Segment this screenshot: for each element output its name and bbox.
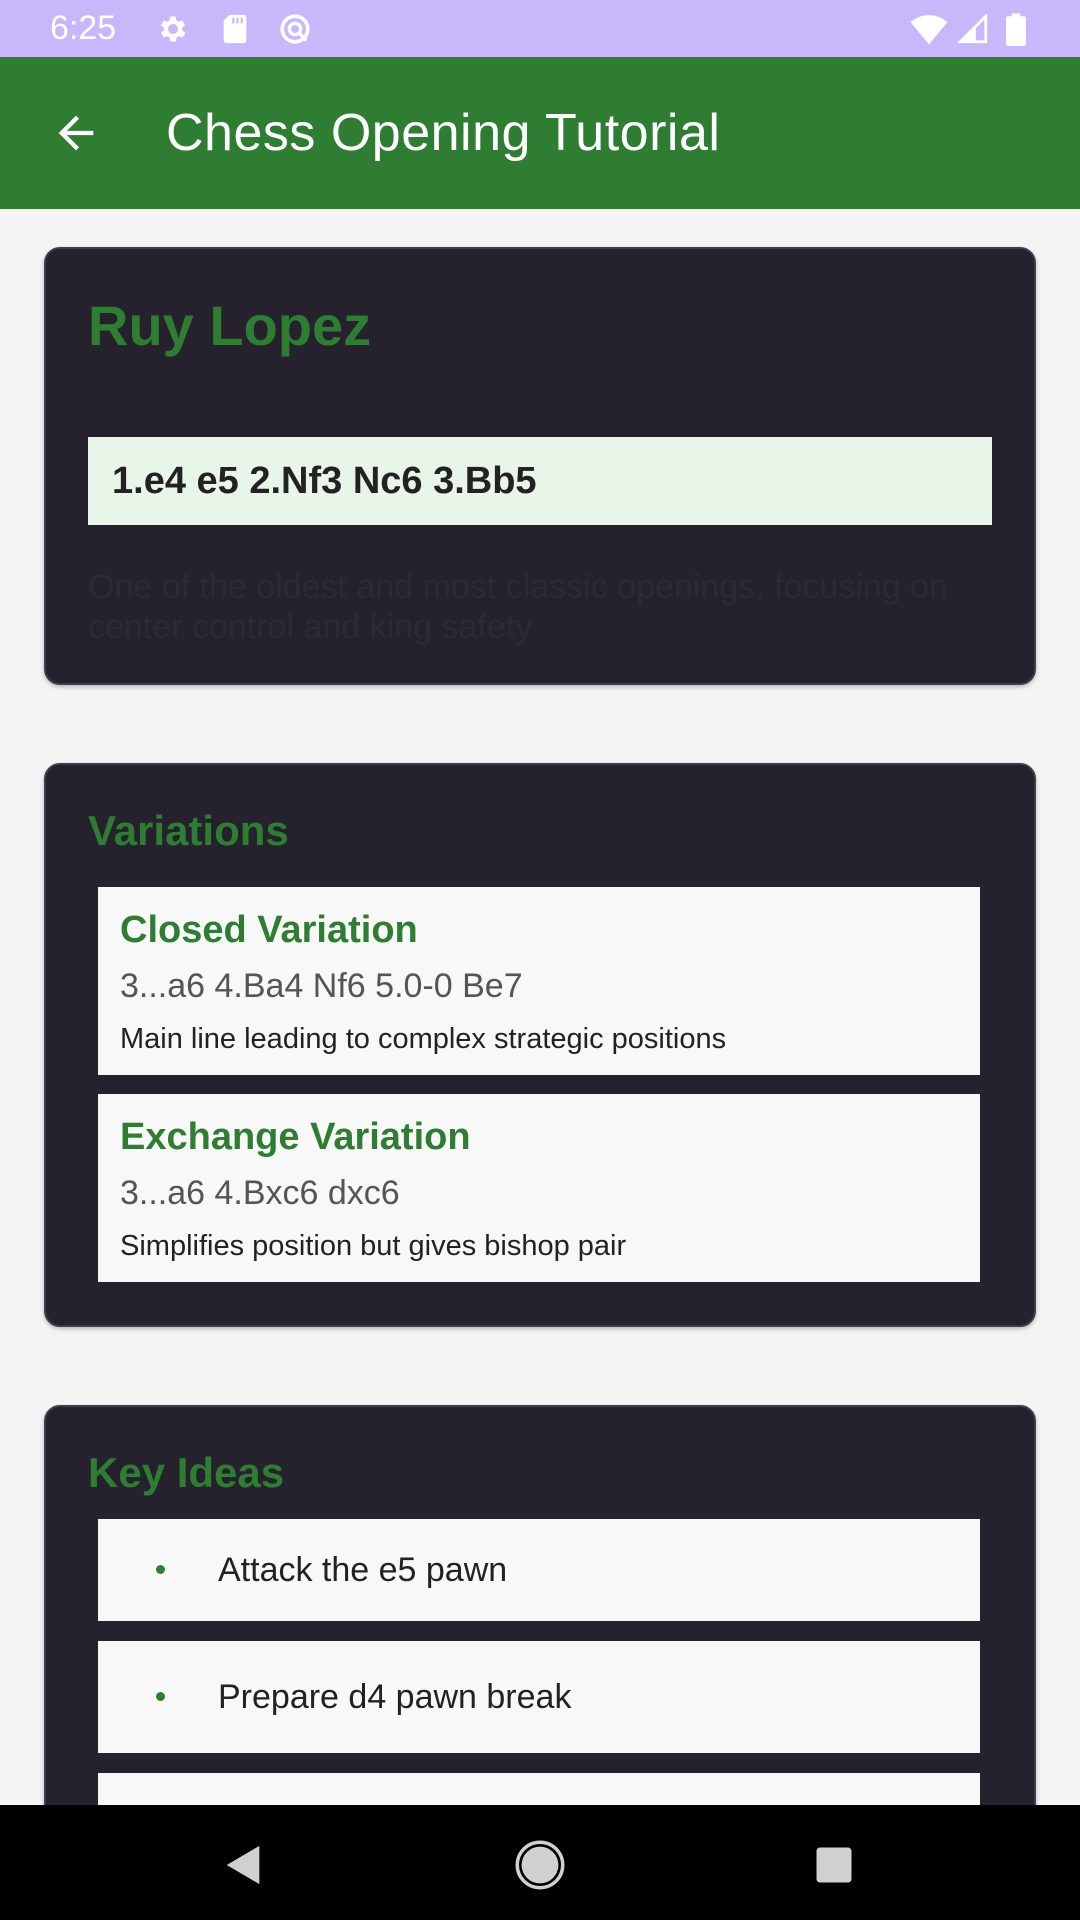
opening-description: One of the oldest and most classic openi…: [88, 568, 948, 646]
variation-description: Main line leading to complex strategic p…: [120, 1023, 727, 1055]
variation-item[interactable]: Closed Variation 3...a6 4.Ba4 Nf6 5.0-0 …: [98, 887, 980, 1075]
variations-card: Variations Closed Variation 3...a6 4.Ba4…: [44, 763, 1036, 1327]
variation-moves: 3...a6 4.Bxc6 dxc6: [120, 1174, 400, 1212]
status-time: 6:25: [50, 9, 117, 47]
opening-card: Ruy Lopez 1.e4 e5 2.Nf3 Nc6 3.Bb5 One of…: [44, 247, 1036, 685]
home-circle-icon: [515, 1840, 565, 1890]
sync-icon: [278, 12, 312, 46]
opening-name: Ruy Lopez: [88, 294, 372, 357]
variation-name: Exchange Variation: [120, 1116, 471, 1158]
key-idea-item: Prepare d4 pawn break: [98, 1641, 980, 1753]
key-ideas-card: Key Ideas Attack the e5 pawn Prepare d4 …: [44, 1405, 1036, 1805]
nav-recents-button[interactable]: [804, 1835, 864, 1895]
key-ideas-title: Key Ideas: [88, 1449, 285, 1496]
status-bar: 6:25: [0, 0, 1080, 57]
back-triangle-icon: [226, 1845, 260, 1885]
opening-moves-box: 1.e4 e5 2.Nf3 Nc6 3.Bb5: [88, 437, 992, 525]
variations-title: Variations: [88, 807, 289, 854]
key-idea-text: Prepare d4 pawn break: [218, 1678, 572, 1716]
key-idea-text: Attack the e5 pawn: [218, 1551, 508, 1589]
content-scroll-area[interactable]: Ruy Lopez 1.e4 e5 2.Nf3 Nc6 3.Bb5 One of…: [0, 209, 1080, 1805]
back-button[interactable]: [36, 97, 116, 169]
opening-moves: 1.e4 e5 2.Nf3 Nc6 3.Bb5: [112, 460, 537, 502]
variation-description: Simplifies position but gives bishop pai…: [120, 1230, 627, 1262]
recents-square-icon: [816, 1847, 852, 1883]
gear-icon: [156, 12, 190, 46]
variation-item[interactable]: Exchange Variation 3...a6 4.Bxc6 dxc6 Si…: [98, 1094, 980, 1282]
navigation-bar: [0, 1805, 1080, 1920]
nav-home-button[interactable]: [510, 1835, 570, 1895]
arrow-back-icon: [58, 115, 94, 151]
wifi-icon: [910, 12, 948, 46]
variation-name: Closed Variation: [120, 909, 418, 951]
sd-card-icon: [218, 12, 252, 46]
bullet-icon: [156, 1565, 165, 1574]
variation-moves: 3...a6 4.Ba4 Nf6 5.0-0 Be7: [120, 967, 523, 1005]
battery-icon: [1004, 12, 1038, 46]
nav-back-button[interactable]: [214, 1835, 274, 1895]
app-title: Chess Opening Tutorial: [166, 104, 721, 162]
signal-icon: [956, 12, 990, 46]
key-idea-item: [98, 1773, 980, 1805]
bullet-icon: [156, 1692, 165, 1701]
key-idea-item: Attack the e5 pawn: [98, 1519, 980, 1621]
app-bar: Chess Opening Tutorial: [0, 57, 1080, 209]
